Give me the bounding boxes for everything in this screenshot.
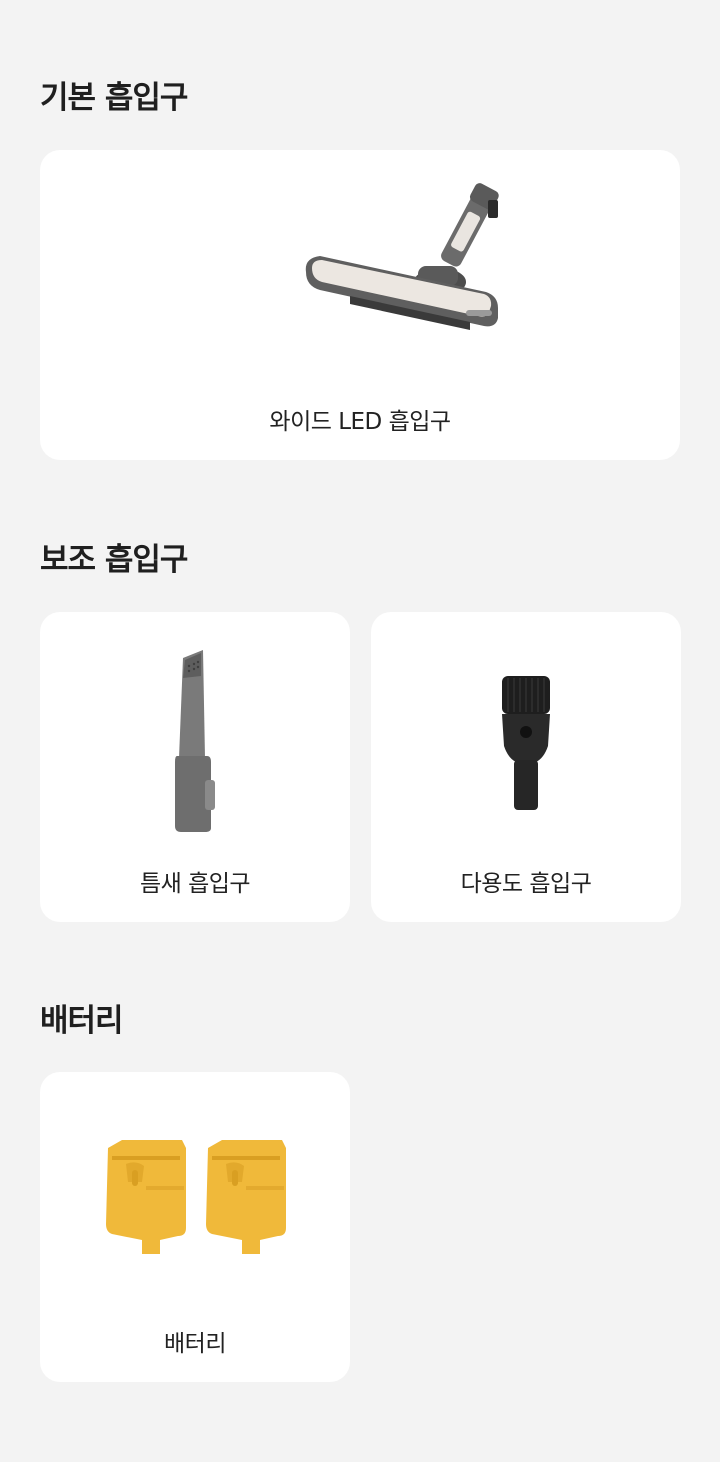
battery-pack-icon [106,1140,286,1254]
floor-nozzle-icon [305,183,499,330]
product-card-wide-led-nozzle[interactable]: 와이드 LED 흡입구 [40,150,680,460]
product-card-battery[interactable]: 배터리 [40,1072,350,1382]
product-card-crevice-tool[interactable]: 틈새 흡입구 [40,612,350,922]
section-title-main-nozzle: 기본 흡입구 [40,80,188,116]
crevice-tool-icon [175,650,215,832]
product-label: 배터리 [164,1331,226,1357]
multi-brush-icon [502,676,550,810]
section-title-battery: 배터리 [40,1003,124,1039]
product-card-multi-brush[interactable]: 다용도 흡입구 [371,612,681,922]
product-label: 틈새 흡입구 [139,871,251,897]
product-label: 다용도 흡입구 [460,871,592,897]
section-title-sub-nozzle: 보조 흡입구 [40,542,188,578]
product-label: 와이드 LED 흡입구 [269,409,451,435]
